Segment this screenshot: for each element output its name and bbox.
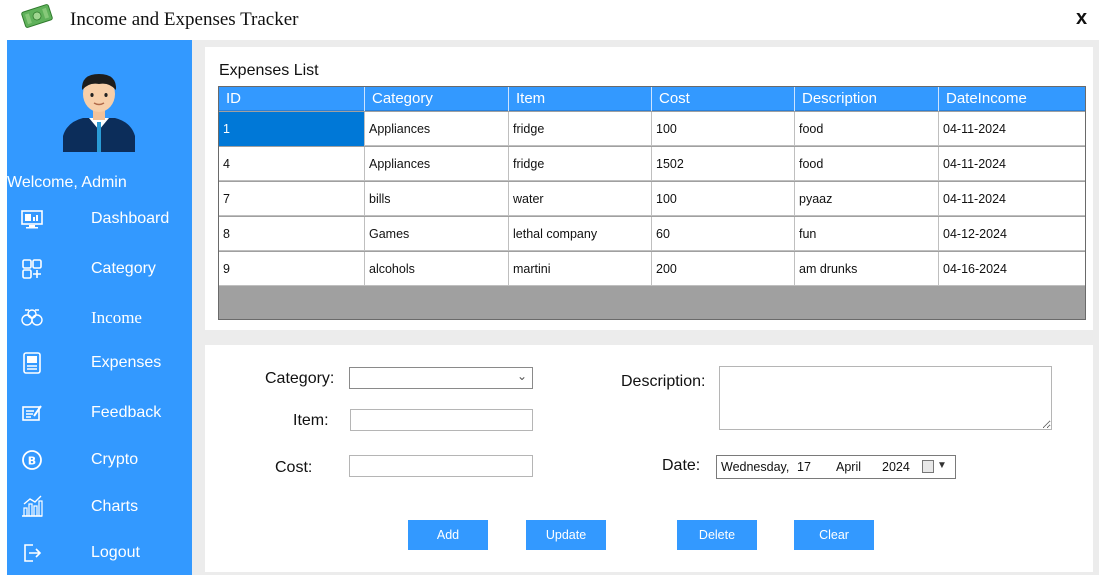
date-label: Date:	[662, 457, 701, 474]
bitcoin-icon: B	[22, 450, 42, 470]
cell-date[interactable]: 04-12-2024	[939, 217, 1085, 251]
column-header-cost[interactable]: Cost	[652, 87, 795, 111]
cell-category[interactable]: Appliances	[365, 147, 509, 181]
sidebar-item-label: Logout	[91, 544, 140, 561]
cell-date[interactable]: 04-11-2024	[939, 182, 1085, 216]
sidebar-item-label: Income	[91, 308, 142, 327]
feedback-icon	[22, 405, 42, 421]
cell-id[interactable]: 4	[219, 147, 365, 181]
cell-date[interactable]: 04-11-2024	[939, 112, 1085, 146]
calendar-icon[interactable]	[922, 460, 934, 473]
table-row[interactable]: 1 Appliances fridge 100 food 04-11-2024	[219, 112, 1085, 146]
table-row[interactable]: 8 Games lethal company 60 fun 04-12-2024	[219, 217, 1085, 251]
sidebar-item-label: Expenses	[91, 354, 162, 371]
window-title: Income and Expenses Tracker	[70, 9, 299, 30]
cell-description[interactable]: fun	[795, 217, 939, 251]
cell-category[interactable]: Games	[365, 217, 509, 251]
sidebar-item-crypto[interactable]: B Crypto	[7, 445, 192, 479]
date-month: April	[836, 460, 862, 474]
add-button[interactable]: Add	[408, 520, 488, 550]
cost-input[interactable]	[349, 455, 533, 477]
charts-icon	[22, 495, 43, 517]
money-bags-icon	[21, 309, 43, 326]
column-header-description[interactable]: Description	[795, 87, 939, 111]
cell-description[interactable]: am drunks	[795, 252, 939, 286]
sidebar-item-dashboard[interactable]: Dashboard	[7, 204, 192, 238]
title-bar: Income and Expenses Tracker x	[0, 0, 1099, 40]
date-day: 17	[797, 460, 811, 474]
admin-avatar-icon	[63, 74, 135, 152]
sidebar-item-label: Category	[91, 260, 156, 277]
cell-category[interactable]: Appliances	[365, 112, 509, 146]
cell-item[interactable]: lethal company	[509, 217, 652, 251]
expenses-grid[interactable]: ID Category Item Cost Description DateIn…	[218, 86, 1086, 320]
close-button[interactable]: x	[1076, 8, 1087, 28]
category-label: Category:	[265, 370, 335, 387]
item-input[interactable]	[350, 409, 533, 431]
dashboard-icon	[21, 210, 43, 229]
cell-cost[interactable]: 200	[652, 252, 795, 286]
sidebar-item-label: Feedback	[91, 404, 162, 421]
cell-description[interactable]: food	[795, 147, 939, 181]
cell-id[interactable]: 1	[219, 112, 365, 146]
cell-cost[interactable]: 100	[652, 182, 795, 216]
cell-cost[interactable]: 60	[652, 217, 795, 251]
logout-icon	[24, 544, 42, 562]
sidebar-item-income[interactable]: Income	[7, 302, 192, 336]
chevron-down-icon: ⌄	[516, 369, 527, 383]
date-weekday: Wednesday,	[721, 460, 790, 474]
cell-date[interactable]: 04-16-2024	[939, 252, 1085, 286]
expenses-list-title: Expenses List	[219, 62, 319, 79]
column-header-item[interactable]: Item	[509, 87, 652, 111]
cell-id[interactable]: 9	[219, 252, 365, 286]
cell-cost[interactable]: 100	[652, 112, 795, 146]
cell-category[interactable]: bills	[365, 182, 509, 216]
table-row[interactable]: 4 Appliances fridge 1502 food 04-11-2024	[219, 147, 1085, 181]
cell-id[interactable]: 8	[219, 217, 365, 251]
grid-header: ID Category Item Cost Description DateIn…	[219, 87, 1085, 111]
cell-description[interactable]: pyaaz	[795, 182, 939, 216]
cell-description[interactable]: food	[795, 112, 939, 146]
update-button[interactable]: Update	[526, 520, 606, 550]
cell-item[interactable]: fridge	[509, 147, 652, 181]
sidebar-item-expenses[interactable]: Expenses	[7, 348, 192, 382]
delete-button[interactable]: Delete	[677, 520, 757, 550]
sidebar-item-label: Crypto	[91, 451, 139, 468]
category-grid-icon	[22, 259, 42, 279]
sidebar-item-feedback[interactable]: Feedback	[7, 398, 192, 432]
sidebar-item-label: Dashboard	[91, 210, 170, 227]
column-header-category[interactable]: Category	[365, 87, 509, 111]
item-label: Item:	[293, 412, 329, 429]
date-year: 2024	[882, 460, 910, 474]
cell-item[interactable]: martini	[509, 252, 652, 286]
caret-down-icon[interactable]: ▼	[937, 460, 947, 471]
table-row[interactable]: 7 bills water 100 pyaaz 04-11-2024	[219, 182, 1085, 216]
date-picker[interactable]: Wednesday, 17 April 2024 ▼	[716, 455, 956, 479]
cell-item[interactable]: water	[509, 182, 652, 216]
column-header-id[interactable]: ID	[219, 87, 365, 111]
svg-text:B: B	[28, 455, 36, 468]
cell-item[interactable]: fridge	[509, 112, 652, 146]
cell-category[interactable]: alcohols	[365, 252, 509, 286]
clear-button[interactable]: Clear	[794, 520, 874, 550]
receipt-icon	[23, 352, 41, 374]
column-header-dateincome[interactable]: DateIncome	[939, 87, 1085, 111]
category-dropdown[interactable]: ⌄	[349, 367, 533, 389]
cell-id[interactable]: 7	[219, 182, 365, 216]
cost-label: Cost:	[275, 459, 313, 476]
welcome-text: Welcome, Admin	[7, 174, 127, 191]
sidebar-item-logout[interactable]: Logout	[7, 538, 192, 572]
cell-cost[interactable]: 1502	[652, 147, 795, 181]
sidebar-item-charts[interactable]: Charts	[7, 492, 192, 526]
description-label: Description:	[621, 373, 706, 390]
money-bill-icon	[21, 4, 53, 28]
description-textarea[interactable]	[719, 366, 1052, 430]
sidebar-item-label: Charts	[91, 498, 139, 515]
table-row[interactable]: 9 alcohols martini 200 am drunks 04-16-2…	[219, 252, 1085, 286]
cell-date[interactable]: 04-11-2024	[939, 147, 1085, 181]
sidebar: Welcome, Admin Dashboard Category Income	[7, 40, 192, 575]
sidebar-item-category[interactable]: Category	[7, 254, 192, 288]
